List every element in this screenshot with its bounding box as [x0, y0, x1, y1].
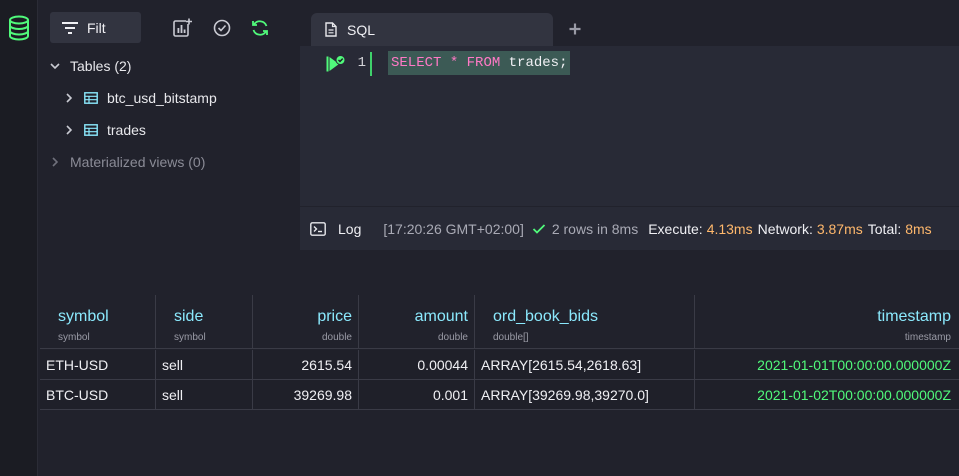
app-window: Filt Tables (2) btc_usd_bitstamp trades … — [0, 0, 959, 476]
chevron-right-icon — [66, 93, 73, 103]
log-bar: Log [17:20:26 GMT+02:00] 2 rows in 8ms E… — [300, 206, 959, 250]
column-header-amount[interactable]: amount double — [359, 295, 475, 349]
code-area[interactable]: 1 SELECT * FROM trades; — [300, 46, 959, 206]
sql-editor-panel: SQL 1 SELECT * FROM trades; Log [17:20:2… — [300, 0, 959, 250]
line-number: 1 — [357, 55, 366, 71]
code-line[interactable]: SELECT * FROM trades; — [388, 51, 571, 75]
cell-ord-book-bids[interactable]: ARRAY[2615.54,2618.63] — [475, 350, 695, 380]
filter-button[interactable]: Filt — [50, 12, 141, 43]
check-circle-icon[interactable] — [211, 17, 233, 39]
network-label: Network: — [757, 220, 813, 237]
materialized-views-label: Materialized views (0) — [70, 154, 206, 170]
refresh-icon[interactable] — [249, 17, 271, 39]
chevron-down-icon — [50, 63, 60, 70]
keyword-from: FROM — [466, 55, 501, 71]
tab-label: SQL — [347, 21, 376, 38]
column-header-side[interactable]: side symbol — [156, 295, 253, 349]
add-chart-icon[interactable] — [171, 17, 193, 39]
column-header-ord-book-bids[interactable]: ord_book_bids double[] — [475, 295, 695, 349]
table-icon — [84, 124, 98, 136]
chevron-right-icon — [66, 125, 73, 135]
database-icon[interactable] — [7, 14, 31, 42]
cell-price[interactable]: 39269.98 — [253, 380, 359, 410]
terminal-icon[interactable] — [310, 221, 326, 236]
cell-side[interactable]: sell — [156, 380, 253, 410]
filter-icon — [62, 21, 78, 34]
tree-item-table[interactable]: btc_usd_bitstamp — [62, 85, 217, 111]
table-name: trades — [107, 122, 146, 138]
keyword-select: SELECT — [391, 55, 442, 71]
column-header-price[interactable]: price double — [253, 295, 359, 349]
chevron-right-icon — [52, 157, 59, 167]
semicolon: ; — [559, 55, 568, 71]
network-value: 3.87ms — [816, 220, 863, 237]
grid-header: symbol symbol side symbol price double a… — [40, 295, 959, 349]
execute-label: Execute: — [648, 220, 703, 237]
column-header-symbol[interactable]: symbol symbol — [40, 295, 156, 349]
left-rail — [0, 0, 38, 476]
operator-star: * — [449, 55, 459, 71]
editor-tabbar: SQL — [300, 0, 959, 46]
table-name: btc_usd_bitstamp — [107, 90, 217, 106]
cell-side[interactable]: sell — [156, 350, 253, 380]
filter-label: Filt — [87, 19, 106, 36]
cell-timestamp[interactable]: 2021-01-02T00:00:00.000000Z — [695, 380, 957, 410]
column-header-timestamp[interactable]: timestamp timestamp — [695, 295, 957, 349]
tree-item-materialized-views[interactable]: Materialized views (0) — [48, 149, 205, 175]
log-rows-text: 2 rows in 8ms — [551, 220, 639, 237]
log-label[interactable]: Log — [338, 221, 361, 237]
results-grid: symbol symbol side symbol price double a… — [40, 295, 959, 476]
table-row[interactable]: ETH-USD sell 2615.54 0.00044 ARRAY[2615.… — [40, 350, 959, 380]
log-timestamp: [17:20:26 GMT+02:00] — [383, 220, 524, 237]
tab-sql[interactable]: SQL — [311, 13, 553, 46]
total-value: 8ms — [905, 220, 932, 237]
cell-ord-book-bids[interactable]: ARRAY[39269.98,39270.0] — [475, 380, 695, 410]
cell-amount[interactable]: 0.001 — [359, 380, 475, 410]
cell-timestamp[interactable]: 2021-01-01T00:00:00.000000Z — [695, 350, 957, 380]
table-row[interactable]: BTC-USD sell 39269.98 0.001 ARRAY[39269.… — [40, 380, 959, 410]
schema-toolbar: Filt — [50, 12, 300, 44]
cell-symbol[interactable]: ETH-USD — [40, 350, 156, 380]
panel-divider[interactable] — [38, 250, 959, 295]
check-icon — [532, 223, 545, 234]
total-label: Total: — [867, 220, 902, 237]
tree-item-tables[interactable]: Tables (2) — [48, 53, 131, 79]
cell-price[interactable]: 2615.54 — [253, 350, 359, 380]
execute-value: 4.13ms — [706, 220, 753, 237]
table-identifier: trades — [508, 55, 560, 71]
run-icon[interactable] — [326, 55, 346, 73]
document-icon — [325, 22, 337, 37]
active-line-marker — [370, 52, 372, 76]
tables-label: Tables (2) — [70, 58, 132, 74]
schema-panel: Filt Tables (2) btc_usd_bitstamp trades … — [38, 0, 300, 290]
cell-symbol[interactable]: BTC-USD — [40, 380, 156, 410]
grid-empty-area — [40, 410, 959, 476]
cell-amount[interactable]: 0.00044 — [359, 350, 475, 380]
plus-icon[interactable] — [568, 22, 582, 36]
table-icon — [84, 92, 98, 104]
tree-item-table[interactable]: trades — [62, 117, 146, 143]
